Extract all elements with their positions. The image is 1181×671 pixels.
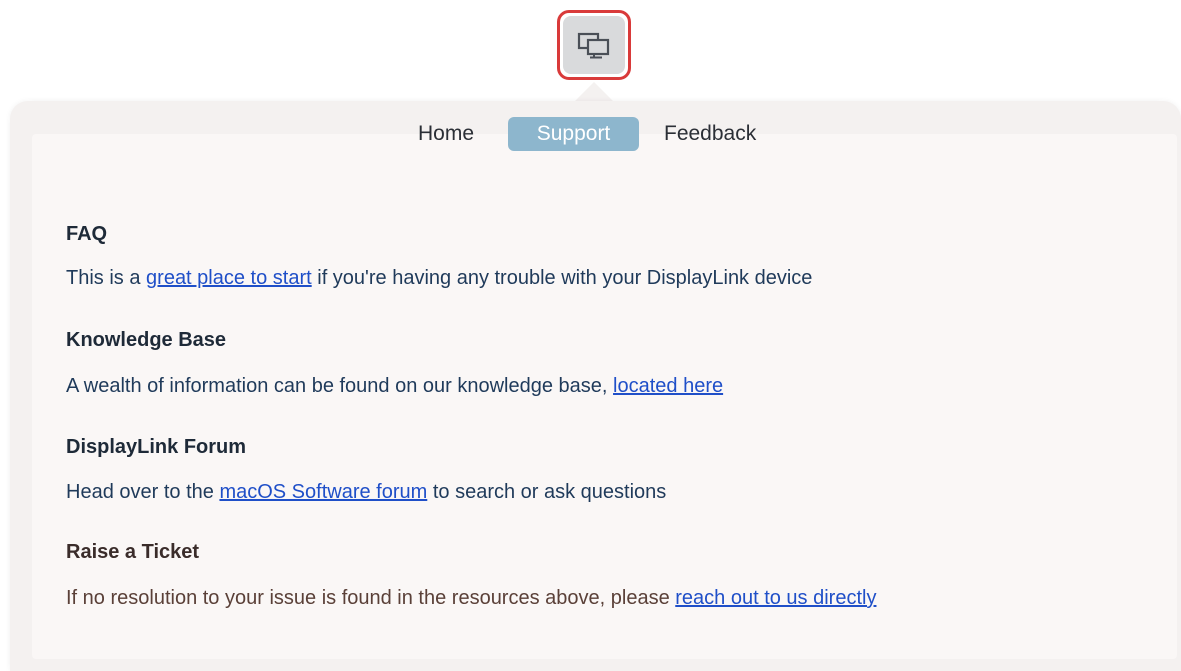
screen: Home Support Feedback FAQ This is a grea… (0, 0, 1181, 671)
faq-link[interactable]: great place to start (146, 267, 312, 289)
forum-description: Head over to the macOS Software forum to… (66, 476, 666, 508)
popover-arrow (574, 82, 614, 102)
tab-home[interactable]: Home (418, 117, 474, 151)
tab-feedback[interactable]: Feedback (664, 117, 756, 151)
tab-support[interactable]: Support (508, 117, 639, 151)
forum-title: DisplayLink Forum (66, 436, 247, 458)
ticket-text-before: If no resolution to your issue is found … (66, 587, 676, 609)
knowledge-base-title: Knowledge Base (66, 329, 227, 351)
displaylink-menubar-button[interactable] (557, 10, 631, 80)
overlapping-displays-glyph (577, 32, 610, 59)
faq-text-after: if you're having any trouble with your D… (311, 267, 813, 289)
faq-title: FAQ (66, 223, 108, 245)
knowledge-base-text-before: A wealth of information can be found on … (66, 375, 614, 397)
displaylink-displays-icon[interactable] (563, 16, 625, 74)
knowledge-base-link[interactable]: located here (613, 375, 723, 397)
forum-text-after: to search or ask questions (427, 481, 667, 503)
tab-bar: Home Support Feedback (0, 117, 1181, 153)
faq-text-before: This is a (66, 267, 147, 289)
faq-description: This is a great place to start if you're… (66, 262, 812, 294)
faq-section: FAQ This is a great place to start if yo… (66, 220, 812, 294)
knowledge-base-section: Knowledge Base A wealth of information c… (66, 326, 723, 402)
knowledge-base-description: A wealth of information can be found on … (66, 370, 723, 402)
ticket-description: If no resolution to your issue is found … (66, 582, 876, 614)
ticket-link[interactable]: reach out to us directly (675, 587, 876, 609)
ticket-title: Raise a Ticket (66, 541, 200, 563)
ticket-section: Raise a Ticket If no resolution to your … (66, 538, 876, 614)
forum-section: DisplayLink Forum Head over to the macOS… (66, 433, 666, 508)
forum-text-before: Head over to the (66, 481, 220, 503)
forum-link[interactable]: macOS Software forum (219, 481, 427, 503)
